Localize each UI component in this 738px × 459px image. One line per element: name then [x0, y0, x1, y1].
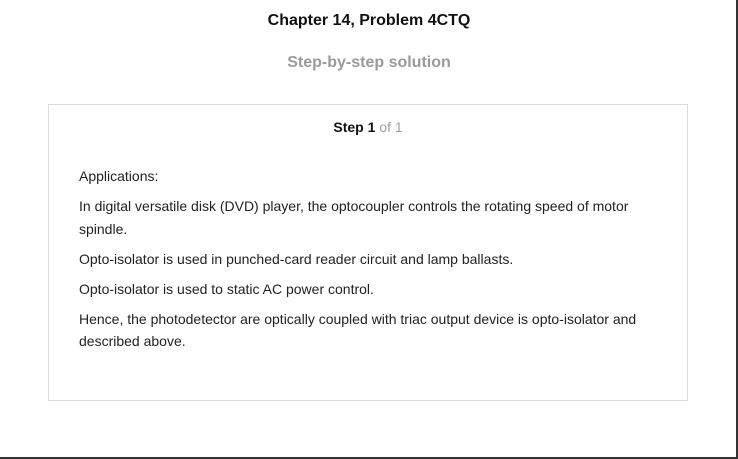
- solution-paragraph-dvd: In digital versatile disk (DVD) player, …: [79, 198, 629, 237]
- page-title: Chapter 14, Problem 4CTQ: [267, 12, 471, 29]
- solution-paragraph-applications: Applications:: [79, 168, 159, 184]
- solution-paragraph-punched-card: Opto-isolator is used in punched-card re…: [79, 250, 514, 267]
- step-label: Step: [333, 119, 364, 135]
- solution-card: Step 1 of 1 Applications: In digital ver…: [48, 104, 688, 401]
- step-number: 1: [367, 119, 376, 135]
- step-total: of 1: [379, 119, 403, 135]
- step-indicator: Step 1 of 1: [49, 119, 687, 135]
- solution-subtitle: Step-by-step solution: [287, 54, 451, 71]
- solution-paragraph-conclusion: Hence, the photodetector are optically c…: [79, 310, 637, 350]
- page-frame: Chapter 14, Problem 4CTQ Step-by-step so…: [0, 0, 738, 459]
- solution-content: Applications: In digital versatile disk …: [79, 165, 659, 360]
- solution-paragraph-ac-power: Opto-isolator is used to static AC power…: [79, 280, 374, 297]
